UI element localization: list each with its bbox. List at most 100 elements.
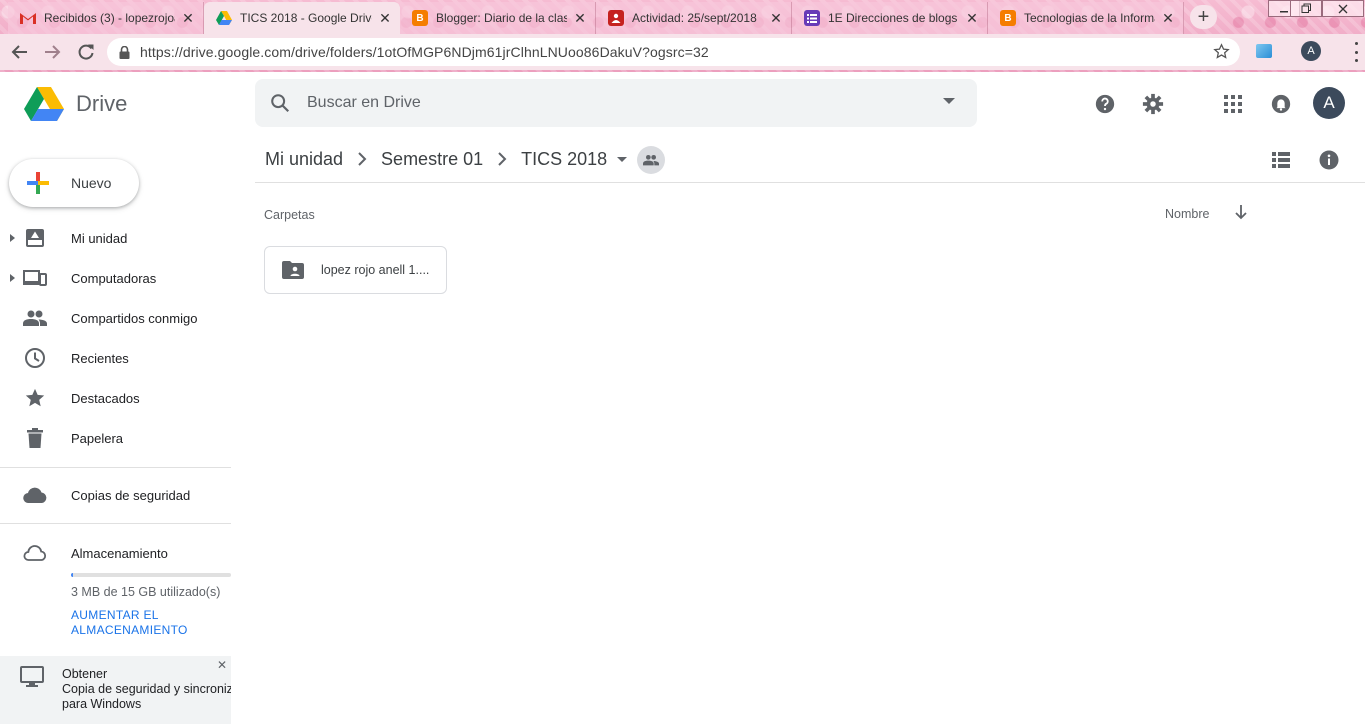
cloud-icon — [23, 483, 47, 507]
browser-tab-classroom[interactable]: Actividad: 25/sept/2018 ✕ — [596, 2, 792, 34]
close-icon[interactable]: ✕ — [1161, 10, 1175, 27]
blogger-icon: B — [1000, 10, 1016, 26]
upgrade-storage-link[interactable]: AUMENTAR EL ALMACENAMIENTO — [71, 608, 211, 638]
sidebar-item-shared[interactable]: Compartidos conmigo — [0, 298, 231, 338]
tab-title: Blogger: Diario de la clase — [436, 11, 567, 25]
breadcrumb-item-semester[interactable]: Semestre 01 — [381, 149, 483, 170]
browser-tab-gmail[interactable]: Recibidos (3) - lopezrojoa ✕ — [8, 2, 204, 34]
reload-button[interactable] — [74, 40, 98, 64]
forward-button[interactable] — [40, 40, 64, 64]
breadcrumb: Mi unidad Semestre 01 TICS 2018 — [265, 146, 628, 172]
trash-icon — [23, 426, 47, 450]
drive-icon — [24, 87, 64, 121]
cloud-outline-icon — [23, 541, 47, 565]
expand-arrow-icon[interactable] — [10, 274, 15, 282]
arrow-left-icon — [11, 45, 27, 59]
browser-tab-blogger-2[interactable]: B Tecnologias de la Informa ✕ — [988, 2, 1184, 34]
promo-title: Obtener — [62, 667, 108, 681]
close-icon[interactable]: ✕ — [769, 10, 783, 27]
new-tab-button[interactable]: + — [1190, 5, 1217, 29]
tab-title: 1E Direcciones de blogs — [828, 11, 958, 25]
notifications-bell-icon[interactable] — [1268, 91, 1294, 117]
account-avatar[interactable]: A — [1313, 87, 1345, 119]
sidebar-item-starred[interactable]: Destacados — [0, 378, 231, 418]
shared-folder-icon — [282, 261, 304, 279]
close-icon — [1338, 4, 1348, 13]
computers-icon — [23, 266, 47, 290]
extension-icon[interactable] — [1256, 44, 1272, 58]
address-bar[interactable]: https://drive.google.com/drive/folders/1… — [107, 38, 1240, 66]
restore-icon — [1301, 3, 1311, 13]
expand-arrow-icon[interactable] — [10, 234, 15, 242]
sidebar-item-my-drive[interactable]: Mi unidad — [0, 218, 231, 258]
tab-title: Recibidos (3) - lopezrojoa — [44, 11, 175, 25]
settings-gear-icon[interactable] — [1140, 91, 1166, 117]
shared-folder-icon[interactable] — [637, 146, 665, 174]
close-icon[interactable]: ✕ — [573, 10, 587, 27]
breadcrumb-item-my-drive[interactable]: Mi unidad — [265, 149, 343, 170]
main-content: Mi unidad Semestre 01 TICS 2018 Carpetas… — [255, 136, 1365, 724]
list-view-icon[interactable] — [1268, 148, 1294, 172]
blogger-icon: B — [412, 10, 428, 26]
content-divider — [255, 182, 1365, 183]
search-bar[interactable]: Buscar en Drive — [255, 79, 977, 127]
restore-button[interactable] — [1290, 0, 1322, 17]
browser-tab-drive[interactable]: TICS 2018 - Google Drive ✕ — [204, 2, 400, 34]
gmail-icon — [20, 10, 36, 26]
sidebar-item-trash[interactable]: Papelera — [0, 418, 231, 458]
arrow-down-icon[interactable] — [1234, 204, 1248, 220]
browser-chrome: Recibidos (3) - lopezrojoa ✕ TICS 2018 -… — [0, 0, 1365, 72]
sidebar-item-label: Compartidos conmigo — [71, 310, 198, 326]
new-button-label: Nuevo — [71, 175, 112, 191]
classroom-icon — [608, 10, 624, 26]
drive-logo[interactable]: Drive — [24, 87, 127, 121]
browser-tab-blogger[interactable]: B Blogger: Diario de la clase ✕ — [400, 2, 596, 34]
search-input[interactable]: Buscar en Drive — [307, 94, 421, 112]
close-icon[interactable]: ✕ — [181, 10, 195, 27]
shared-icon — [23, 306, 47, 330]
breadcrumb-item-current-folder[interactable]: TICS 2018 — [521, 149, 607, 170]
folder-card[interactable]: lopez rojo anell 1.... — [264, 246, 447, 294]
drive-icon — [216, 10, 232, 26]
star-icon — [23, 386, 47, 410]
plus-icon — [25, 170, 51, 196]
help-icon[interactable] — [1092, 91, 1118, 117]
browser-profile-avatar[interactable]: A — [1301, 41, 1321, 61]
sidebar-item-computers[interactable]: Computadoras — [0, 258, 231, 298]
clock-icon — [23, 346, 47, 370]
close-icon[interactable]: ✕ — [217, 658, 227, 672]
sidebar-item-storage[interactable]: Almacenamiento — [0, 533, 231, 573]
storage-progress-bar — [71, 573, 231, 577]
sidebar-item-label: Copias de seguridad — [71, 487, 191, 503]
sidebar-item-recent[interactable]: Recientes — [0, 338, 231, 378]
apps-grid-icon[interactable] — [1220, 91, 1246, 117]
tab-title: Tecnologias de la Informa — [1024, 11, 1155, 25]
sidebar-item-label: Recientes — [71, 350, 129, 366]
back-button[interactable] — [8, 40, 32, 64]
desktop-monitor-icon — [20, 666, 44, 691]
minimize-icon — [1280, 10, 1288, 12]
close-window-button[interactable] — [1322, 0, 1364, 17]
reload-icon — [78, 44, 94, 60]
sort-by-name-button[interactable]: Nombre — [1165, 207, 1209, 221]
search-icon[interactable] — [269, 92, 291, 114]
sidebar-item-label: Destacados — [71, 390, 140, 406]
bookmark-star-icon[interactable] — [1213, 43, 1230, 60]
new-button[interactable]: Nuevo — [9, 159, 139, 207]
url-text: https://drive.google.com/drive/folders/1… — [140, 44, 709, 60]
sidebar-item-label: Papelera — [71, 430, 124, 446]
folder-name: lopez rojo anell 1.... — [321, 263, 430, 277]
storage-usage-text: 3 MB de 15 GB utilizado(s) — [71, 585, 221, 599]
sidebar-item-label: Almacenamiento — [71, 545, 168, 561]
info-icon[interactable] — [1316, 148, 1342, 172]
sidebar-item-backups[interactable]: Copias de seguridad — [0, 475, 231, 515]
close-icon[interactable]: ✕ — [965, 10, 979, 27]
promo-body-line: para Windows — [62, 697, 142, 711]
search-options-icon[interactable] — [943, 98, 955, 104]
backup-promo-banner[interactable]: Obtener Copia de seguridad y sincronizac… — [0, 656, 231, 724]
browser-tab-forms[interactable]: 1E Direcciones de blogs ✕ — [792, 2, 988, 34]
chevron-down-icon[interactable] — [617, 156, 628, 162]
browser-menu-icon[interactable] — [1352, 42, 1360, 62]
folders-section-title: Carpetas — [264, 208, 315, 222]
close-icon[interactable]: ✕ — [378, 10, 392, 27]
